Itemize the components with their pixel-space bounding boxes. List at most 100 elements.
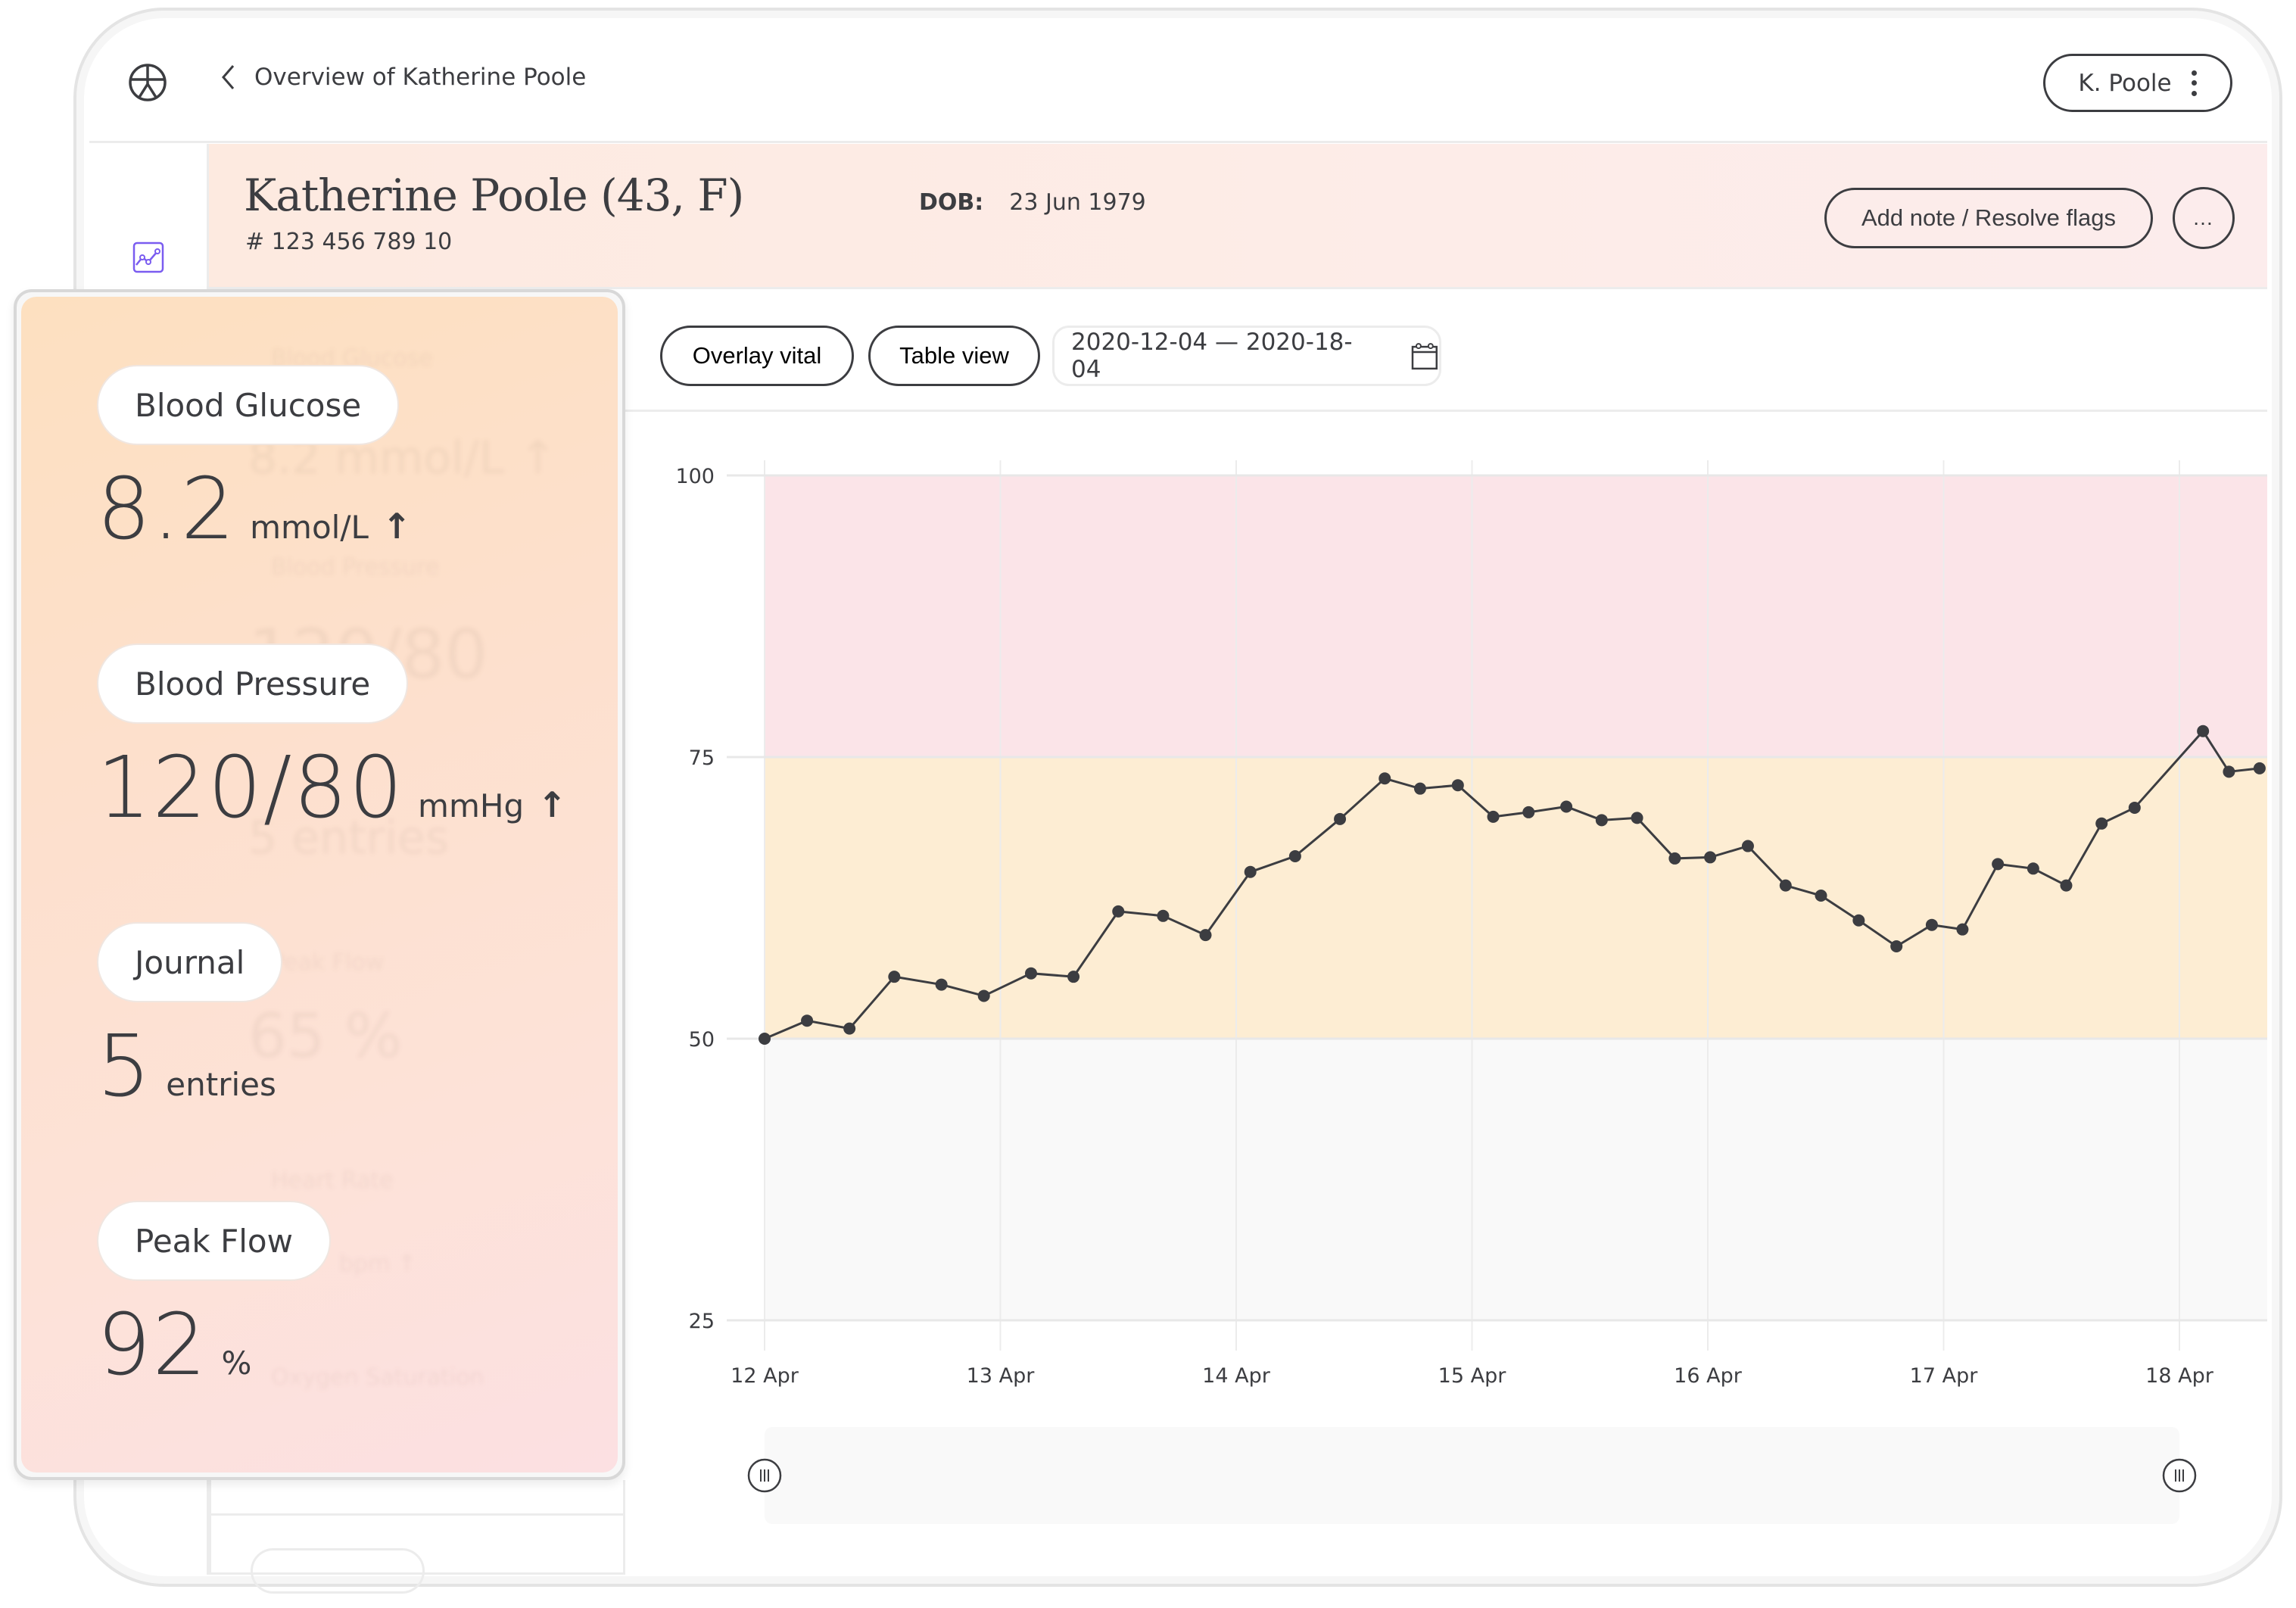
patient-name: Katherine Poole (43, F): [244, 170, 744, 221]
x-tick-label: 15 Apr: [1438, 1364, 1507, 1388]
arrow-up-icon: ↑: [537, 784, 567, 825]
data-point[interactable]: [977, 989, 990, 1002]
metric-label[interactable]: Peak Flow: [97, 1201, 331, 1281]
calendar-icon[interactable]: [1410, 341, 1439, 371]
data-point[interactable]: [1815, 890, 1827, 902]
x-tick-label: 14 Apr: [1202, 1364, 1271, 1388]
user-name: K. Poole: [2078, 69, 2172, 97]
metric-label[interactable]: Blood Glucose: [97, 365, 400, 445]
data-point[interactable]: [2253, 762, 2266, 774]
data-point[interactable]: [1157, 909, 1170, 922]
data-point[interactable]: [1199, 929, 1212, 942]
data-point[interactable]: [1779, 879, 1792, 892]
arrow-up-icon: ↑: [382, 506, 412, 547]
table-view-button[interactable]: Table view: [868, 326, 1040, 386]
date-range-picker[interactable]: 2020-12-04 — 2020-18-04: [1052, 326, 1441, 386]
more-options-button[interactable]: …: [2173, 187, 2235, 249]
data-point[interactable]: [1595, 814, 1608, 827]
breadcrumb-label[interactable]: Overview of Katherine Poole: [254, 64, 586, 91]
data-point[interactable]: [2027, 862, 2039, 875]
metric-number: 8.2: [97, 460, 237, 559]
x-tick-label: 12 Apr: [731, 1364, 799, 1388]
data-point[interactable]: [1379, 772, 1391, 785]
metric-blood-glucose[interactable]: Blood Glucose 8.2 mmol/L ↑: [97, 365, 411, 559]
data-point[interactable]: [888, 971, 901, 983]
metric-blood-pressure[interactable]: Blood Pressure 120/80 mmHg ↑: [97, 644, 567, 837]
metric-value: 8.2 mmol/L ↑: [97, 460, 411, 559]
hidden-button: [251, 1548, 425, 1594]
band-low: [765, 1039, 2267, 1320]
data-point[interactable]: [1451, 779, 1464, 792]
x-tick-label: 18 Apr: [2145, 1364, 2214, 1388]
data-point[interactable]: [1487, 810, 1500, 823]
data-point[interactable]: [1890, 940, 1903, 952]
data-point[interactable]: [1560, 800, 1573, 813]
metric-unit: %: [221, 1345, 252, 1382]
metric-peak-flow[interactable]: Peak Flow 92 %: [97, 1201, 331, 1395]
metric-journal[interactable]: Journal 5 entries: [97, 922, 283, 1116]
data-point[interactable]: [935, 978, 948, 991]
vitals-overlay-panel: Blood Glucose 8.2 mmol/L ↑ Blood Pressur…: [14, 289, 625, 1480]
data-point[interactable]: [2128, 801, 2141, 814]
metric-value: 120/80 mmHg ↑: [97, 739, 567, 837]
data-point[interactable]: [2060, 879, 2073, 892]
divider: [211, 1513, 623, 1516]
patient-header: Katherine Poole (43, F) # 123 456 789 10…: [209, 144, 2267, 289]
ellipsis-icon: …: [2192, 206, 2215, 229]
range-slider-track[interactable]: [765, 1427, 2179, 1524]
range-handle-start[interactable]: [747, 1458, 782, 1493]
data-point[interactable]: [1668, 852, 1681, 865]
metric-unit: mmol/L: [250, 509, 369, 546]
metric-number: 92: [97, 1296, 208, 1395]
dob-value: 23 Jun 1979: [1009, 189, 1146, 216]
data-point[interactable]: [1244, 865, 1257, 878]
data-point[interactable]: [1067, 971, 1080, 983]
vitals-list-footer: [209, 1480, 625, 1594]
data-point[interactable]: [2197, 725, 2210, 737]
data-point[interactable]: [801, 1014, 814, 1027]
overlay-vital-button[interactable]: Overlay vital: [660, 326, 854, 386]
data-point[interactable]: [1413, 782, 1426, 795]
patient-id: # 123 456 789 10: [245, 229, 453, 255]
date-range-value: 2020-12-04 — 2020-18-04: [1071, 329, 1353, 383]
data-point[interactable]: [2223, 765, 2235, 778]
data-point[interactable]: [843, 1022, 856, 1035]
date-of-birth: DOB: 23 Jun 1979: [919, 189, 1146, 216]
vitals-overlay-body: Blood Glucose 8.2 mmol/L ↑ Blood Pressur…: [21, 297, 618, 1472]
add-note-button[interactable]: Add note / Resolve flags: [1824, 188, 2153, 248]
data-point[interactable]: [1522, 806, 1535, 818]
data-point[interactable]: [1741, 840, 1754, 852]
metric-number: 5: [97, 1017, 153, 1116]
x-tick-label: 13 Apr: [967, 1364, 1036, 1388]
data-point[interactable]: [1852, 914, 1865, 927]
data-point[interactable]: [1112, 905, 1125, 918]
data-point[interactable]: [2095, 817, 2108, 830]
data-point[interactable]: [1334, 812, 1347, 825]
metric-label[interactable]: Blood Pressure: [97, 644, 409, 724]
ghost-text: bpm ↑: [339, 1251, 416, 1277]
vital-line-chart[interactable]: 25 50 75 100 12 Apr 13 Apr 14 Apr 15 Apr 16 Apr…: [625, 424, 2267, 1560]
user-menu-button[interactable]: K. Poole: [2043, 54, 2232, 112]
y-tick-label: 100: [675, 465, 715, 488]
chevron-left-icon[interactable]: [220, 64, 236, 91]
data-point[interactable]: [1992, 858, 2005, 871]
x-tick-label: 17 Apr: [1910, 1364, 1979, 1388]
x-tick-label: 16 Apr: [1674, 1364, 1743, 1388]
kebab-vertical-icon: [2192, 70, 2198, 96]
metric-unit: entries: [166, 1066, 276, 1103]
line-chart-icon[interactable]: [132, 241, 165, 274]
data-point[interactable]: [1925, 918, 1938, 931]
ghost-text: Heart Rate: [271, 1167, 394, 1194]
data-point[interactable]: [759, 1033, 771, 1045]
breadcrumb[interactable]: Overview of Katherine Poole: [220, 64, 586, 91]
data-point[interactable]: [1024, 967, 1037, 980]
data-point[interactable]: [1956, 923, 1969, 936]
data-point[interactable]: [1704, 851, 1717, 864]
data-point[interactable]: [1631, 812, 1643, 824]
data-point[interactable]: [1288, 849, 1301, 862]
metric-label[interactable]: Journal: [97, 922, 283, 1002]
ghost-text: Peak Flow: [271, 949, 385, 976]
range-handle-end[interactable]: [2162, 1458, 2197, 1493]
band-high: [765, 475, 2267, 757]
person-circle-logo-icon[interactable]: [128, 63, 167, 102]
